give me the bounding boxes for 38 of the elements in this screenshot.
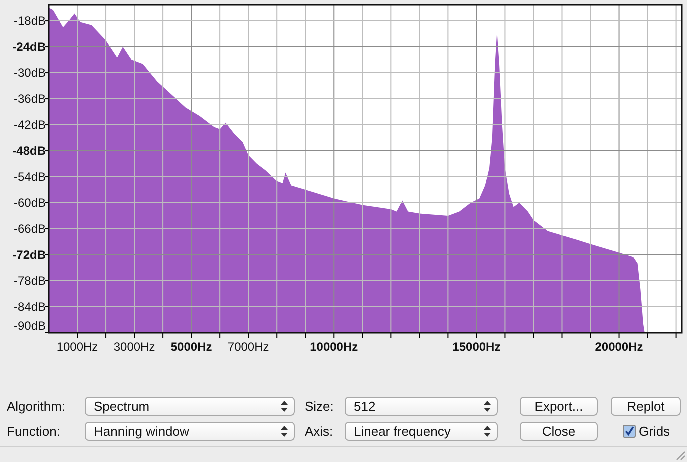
button[interactable]: Close: [520, 422, 598, 441]
axis-label: -60dB: [14, 196, 46, 210]
axis-label: 5000Hz: [170, 340, 212, 354]
axis-label: 7000Hz: [228, 340, 270, 354]
field-label: Algorithm:: [7, 399, 67, 414]
axis-label: -90dB: [14, 319, 46, 333]
axis-label: -48dB: [12, 144, 46, 158]
up-down-arrows-icon: [484, 401, 491, 412]
button[interactable]: Export...: [520, 397, 598, 416]
axis-label: 20000Hz: [595, 340, 644, 354]
axis-label: -54dB: [14, 170, 46, 184]
axis-label: -42dB: [14, 118, 46, 132]
up-down-arrows-icon: [281, 401, 288, 412]
axis-label: -66dB: [14, 222, 46, 236]
dropdown[interactable]: Hanning window: [85, 422, 295, 441]
up-down-arrows-icon: [281, 426, 288, 437]
field-label: Size:: [304, 399, 335, 414]
resize-grip-icon[interactable]: [675, 450, 685, 460]
axis-label: -18dB: [14, 14, 46, 28]
axis-label: -84dB: [14, 300, 46, 314]
dropdown[interactable]: Linear frequency: [345, 422, 498, 441]
axis-label: 3000Hz: [114, 340, 156, 354]
checkbox-label: Grids: [639, 424, 670, 439]
axis-label: -78dB: [14, 274, 46, 288]
field-label: Axis:: [304, 424, 334, 439]
button[interactable]: Replot: [611, 397, 681, 416]
checkbox[interactable]: [623, 425, 636, 438]
up-down-arrows-icon: [484, 426, 491, 437]
axis-label: 1000Hz: [56, 340, 98, 354]
axis-label: 10000Hz: [310, 340, 358, 354]
field-label: Function:: [7, 424, 62, 439]
dropdown[interactable]: 512: [345, 397, 498, 416]
dropdown[interactable]: Spectrum: [85, 397, 295, 416]
axis-label: -72dB: [12, 248, 46, 262]
axis-label: -30dB: [14, 66, 46, 80]
axis-label: 15000Hz: [452, 340, 501, 354]
axis-label: -24dB: [12, 40, 46, 54]
axis-label: -36dB: [14, 92, 46, 106]
